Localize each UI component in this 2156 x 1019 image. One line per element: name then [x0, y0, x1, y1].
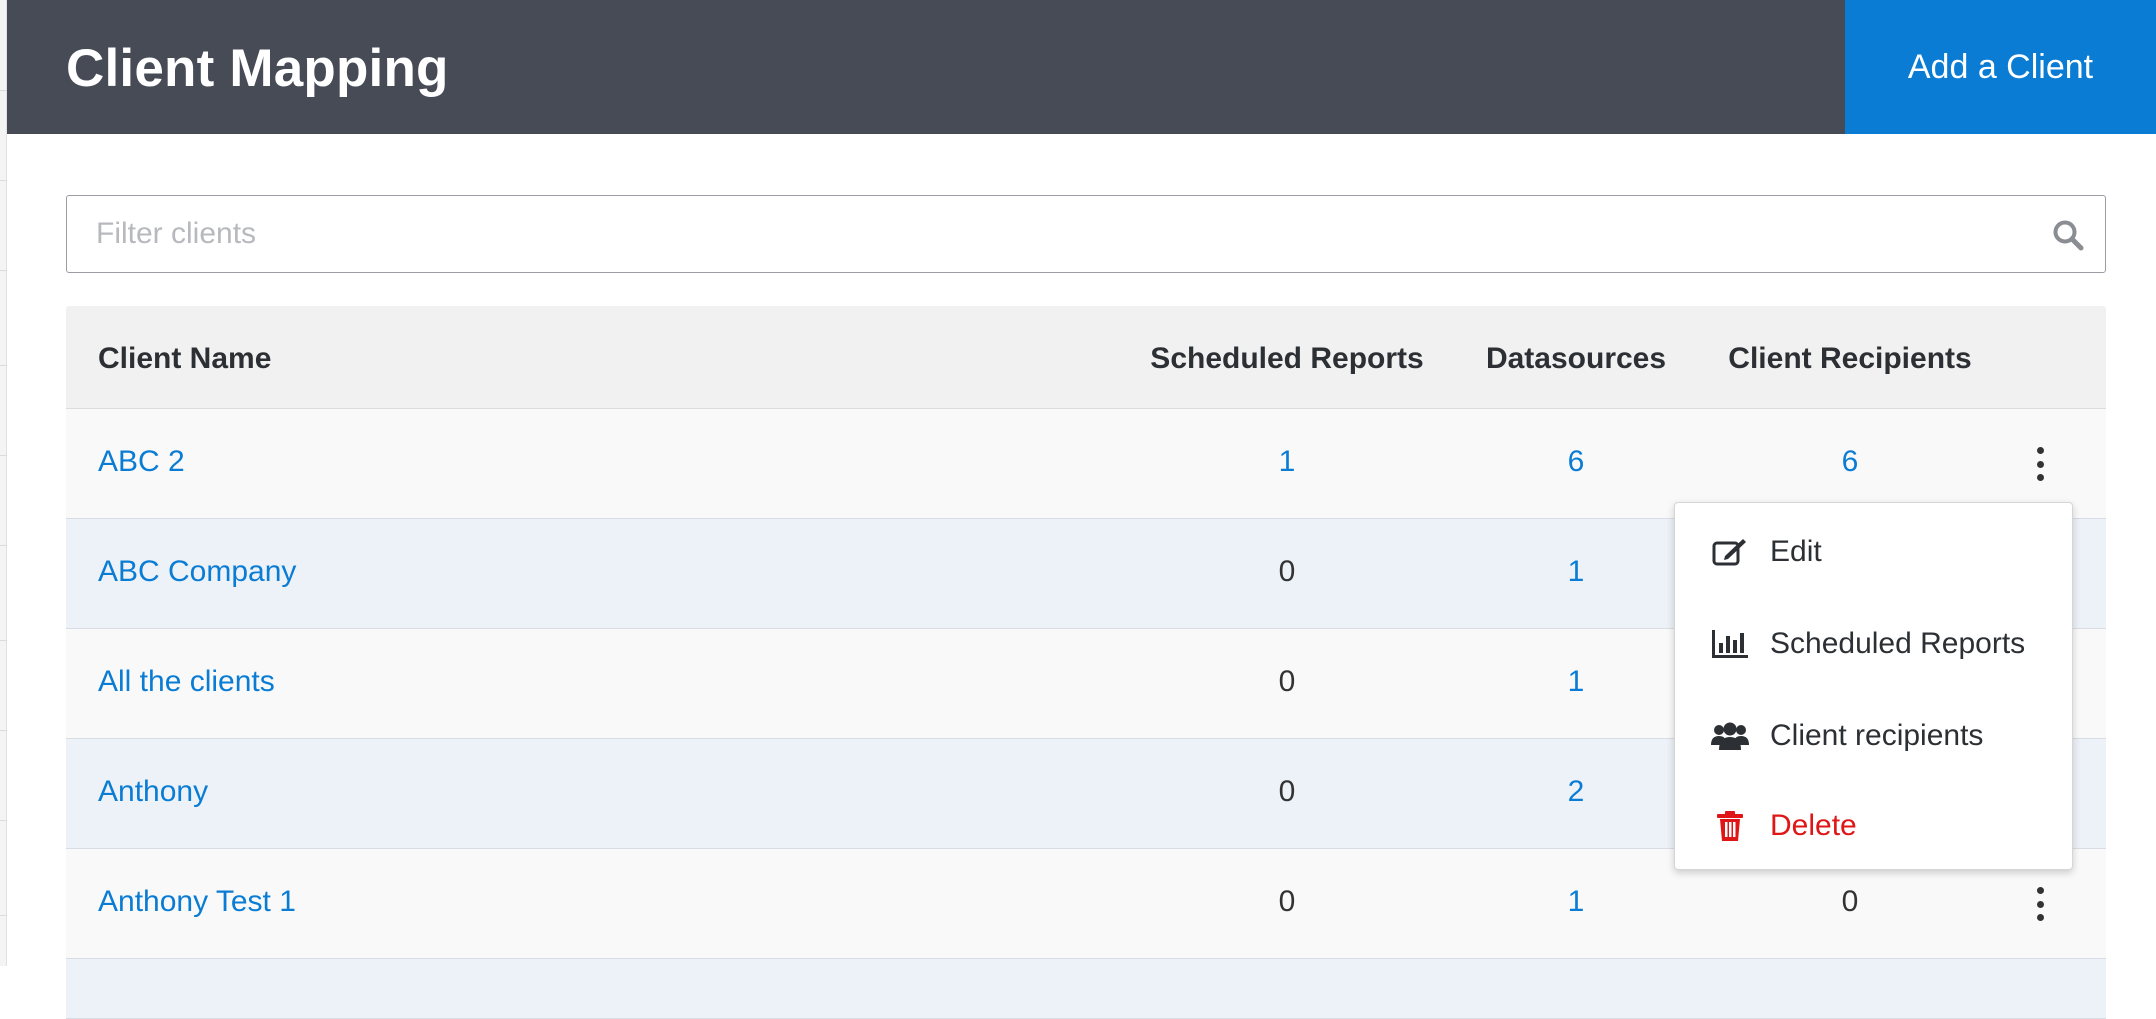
scheduled-reports-count: 0 — [1278, 885, 1296, 918]
menu-item-label: Scheduled Reports — [1770, 627, 2026, 660]
edge-divider — [0, 820, 7, 821]
scheduled-reports-count: 0 — [1278, 555, 1296, 588]
edge-divider — [0, 365, 7, 366]
table-row — [66, 959, 2106, 1019]
scheduled-reports-count[interactable]: 1 — [1279, 445, 1296, 479]
filter-box — [66, 195, 2106, 273]
menu-item-client-recipients[interactable]: Client recipients — [1675, 701, 2072, 771]
filter-clients-input[interactable] — [67, 196, 2105, 272]
scheduled-reports-count: 0 — [1278, 665, 1296, 698]
column-header-datasources[interactable]: Datasources — [1486, 342, 1666, 376]
menu-item-label: Client recipients — [1770, 719, 1984, 752]
menu-item-edit[interactable]: Edit — [1675, 517, 2072, 587]
datasources-count[interactable]: 1 — [1568, 665, 1585, 699]
add-client-button[interactable]: Add a Client — [1845, 0, 2156, 134]
menu-item-delete[interactable]: Delete — [1675, 791, 2072, 861]
scheduled-reports-count: 0 — [1278, 775, 1296, 808]
client-name-link[interactable]: Anthony Test 1 — [98, 885, 296, 919]
client-name-link[interactable]: ABC Company — [98, 555, 296, 589]
trash-icon — [1711, 809, 1749, 843]
users-icon — [1711, 719, 1749, 753]
edge-divider — [0, 640, 7, 641]
datasources-count[interactable]: 2 — [1568, 775, 1585, 809]
edge-divider — [0, 545, 7, 546]
edge-divider — [0, 730, 7, 731]
page-title: Client Mapping — [66, 39, 449, 98]
edge-divider — [0, 180, 7, 181]
menu-item-label: Edit — [1770, 535, 1822, 568]
client-recipients-count: 0 — [1841, 885, 1859, 918]
client-name-link[interactable]: ABC 2 — [98, 445, 185, 479]
menu-item-label: Delete — [1770, 809, 1857, 842]
search-icon[interactable] — [2051, 218, 2085, 252]
left-edge-panel — [0, 0, 7, 966]
edge-divider — [0, 90, 7, 91]
edge-divider — [0, 915, 7, 916]
row-actions-icon[interactable] — [2033, 887, 2047, 921]
client-recipients-count[interactable]: 6 — [1842, 445, 1859, 479]
edit-icon — [1711, 535, 1749, 569]
row-context-menu: Edit Scheduled Reports Client recipients… — [1674, 502, 2073, 870]
datasources-count[interactable]: 1 — [1568, 555, 1585, 589]
client-name-link[interactable]: All the clients — [98, 665, 275, 699]
column-header-scheduled-reports[interactable]: Scheduled Reports — [1150, 342, 1423, 376]
menu-item-scheduled-reports[interactable]: Scheduled Reports — [1675, 609, 2072, 679]
client-name-link[interactable]: Anthony — [98, 775, 208, 809]
table-header: Client Name Scheduled Reports Datasource… — [66, 306, 2106, 409]
datasources-count[interactable]: 6 — [1568, 445, 1585, 479]
page-header: Client Mapping Add a Client — [7, 0, 2156, 134]
row-actions-icon[interactable] — [2033, 447, 2047, 481]
column-header-client-recipients[interactable]: Client Recipients — [1728, 342, 1971, 376]
bar-chart-icon — [1711, 627, 1749, 661]
edge-divider — [0, 270, 7, 271]
column-header-client-name[interactable]: Client Name — [98, 342, 271, 376]
edge-divider — [0, 455, 7, 456]
datasources-count[interactable]: 1 — [1568, 885, 1585, 919]
